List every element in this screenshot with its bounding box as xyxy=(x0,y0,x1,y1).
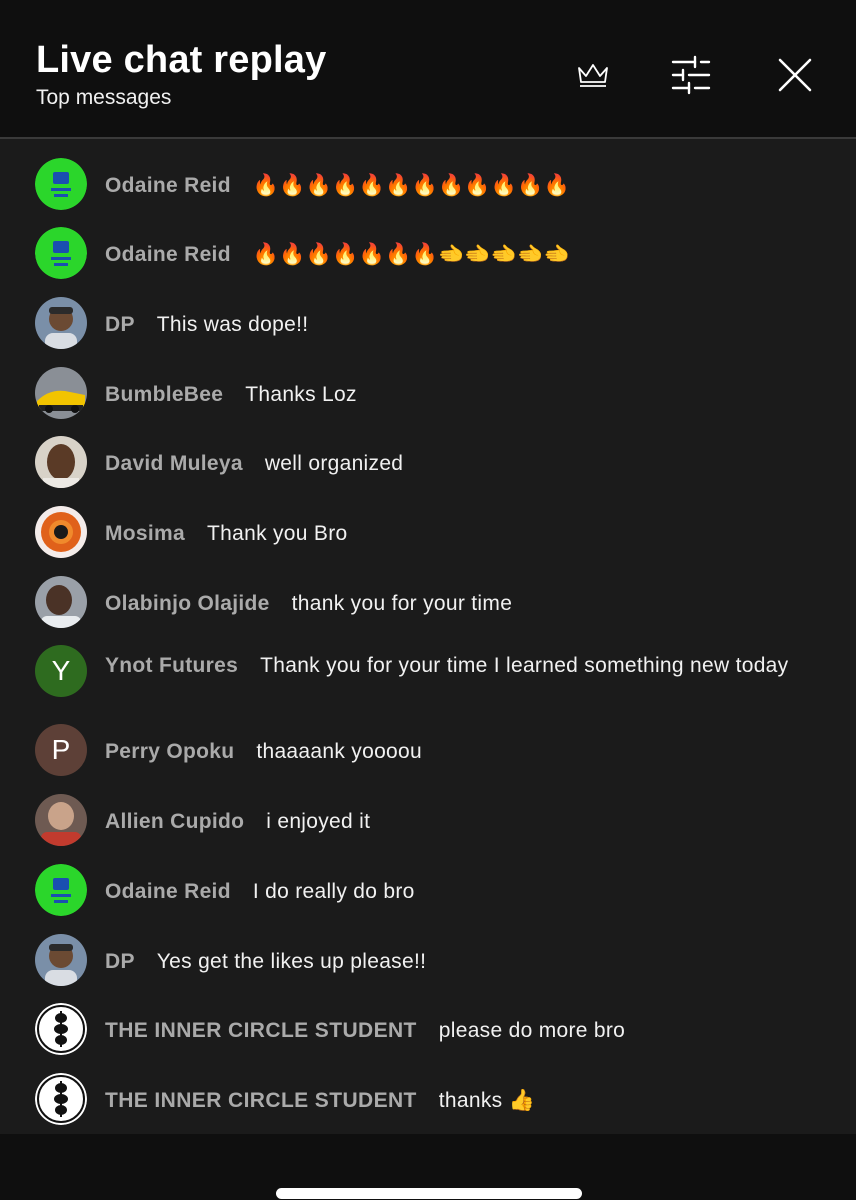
author-name[interactable]: DP xyxy=(105,950,135,973)
avatar[interactable] xyxy=(35,1073,87,1125)
message-text: well organized xyxy=(264,452,404,475)
close-icon xyxy=(778,58,812,92)
message-text: thaaaank yoooou xyxy=(256,740,422,763)
crown-button[interactable] xyxy=(568,50,618,100)
avatar[interactable] xyxy=(35,934,87,986)
chat-header: Live chat replay Top messages xyxy=(0,0,856,139)
author-name[interactable]: Allien Cupido xyxy=(105,810,244,833)
message-text: i enjoyed it xyxy=(266,810,371,833)
avatar[interactable] xyxy=(35,864,87,916)
close-button[interactable] xyxy=(770,50,820,100)
message-text: This was dope!! xyxy=(156,313,309,336)
chat-settings-button[interactable] xyxy=(666,50,716,100)
message-text: Thank you Bro xyxy=(207,522,348,545)
avatar[interactable] xyxy=(35,506,87,558)
tune-icon xyxy=(671,55,711,95)
avatar[interactable] xyxy=(35,576,87,628)
message-text: Thank you for your time I learned someth… xyxy=(260,654,789,677)
message-text: 🔥🔥🔥🔥🔥🔥🔥🫲🫲🫲🫲🫲 xyxy=(252,243,571,266)
author-name[interactable]: Odaine Reid xyxy=(105,174,231,197)
author-name[interactable]: THE INNER CIRCLE STUDENT xyxy=(105,1019,417,1042)
crown-icon xyxy=(578,64,608,87)
author-name[interactable]: Perry Opoku xyxy=(105,740,234,763)
home-indicator[interactable] xyxy=(276,1188,582,1199)
author-name[interactable]: David Muleya xyxy=(105,452,243,475)
message-text: Yes get the likes up please!! xyxy=(156,950,427,973)
avatar[interactable] xyxy=(35,367,87,419)
avatar[interactable] xyxy=(35,158,87,210)
author-name[interactable]: BumbleBee xyxy=(105,383,223,406)
avatar[interactable]: Y xyxy=(35,645,87,697)
avatar[interactable] xyxy=(35,794,87,846)
author-name[interactable]: THE INNER CIRCLE STUDENT xyxy=(105,1089,417,1112)
chat-message-list[interactable]: Odaine Reid 🔥🔥🔥🔥🔥🔥🔥🔥🔥🔥🔥🔥 Odaine Reid 🔥🔥🔥🔥🔥… xyxy=(0,139,856,1134)
message-text: please do more bro xyxy=(438,1019,626,1042)
message-text: Thanks Loz xyxy=(245,383,357,406)
avatar[interactable] xyxy=(35,297,87,349)
avatar[interactable] xyxy=(35,1003,87,1055)
avatar[interactable] xyxy=(35,227,87,279)
top-messages-selector[interactable]: Top messages xyxy=(36,85,171,111)
avatar[interactable] xyxy=(35,436,87,488)
message-text: I do really do bro xyxy=(252,880,415,903)
chat-title: Live chat replay xyxy=(36,39,327,81)
message-text: thank you for your time xyxy=(291,592,513,615)
author-name[interactable]: Mosima xyxy=(105,522,185,545)
message-text: thanks 👍 xyxy=(438,1089,536,1112)
author-name[interactable]: Odaine Reid xyxy=(105,880,231,903)
author-name[interactable]: Odaine Reid xyxy=(105,243,231,266)
author-name[interactable]: Ynot Futures xyxy=(105,654,238,677)
message-text: 🔥🔥🔥🔥🔥🔥🔥🔥🔥🔥🔥🔥 xyxy=(252,174,571,197)
avatar[interactable]: P xyxy=(35,724,87,776)
author-name[interactable]: Olabinjo Olajide xyxy=(105,592,270,615)
author-name[interactable]: DP xyxy=(105,313,135,336)
